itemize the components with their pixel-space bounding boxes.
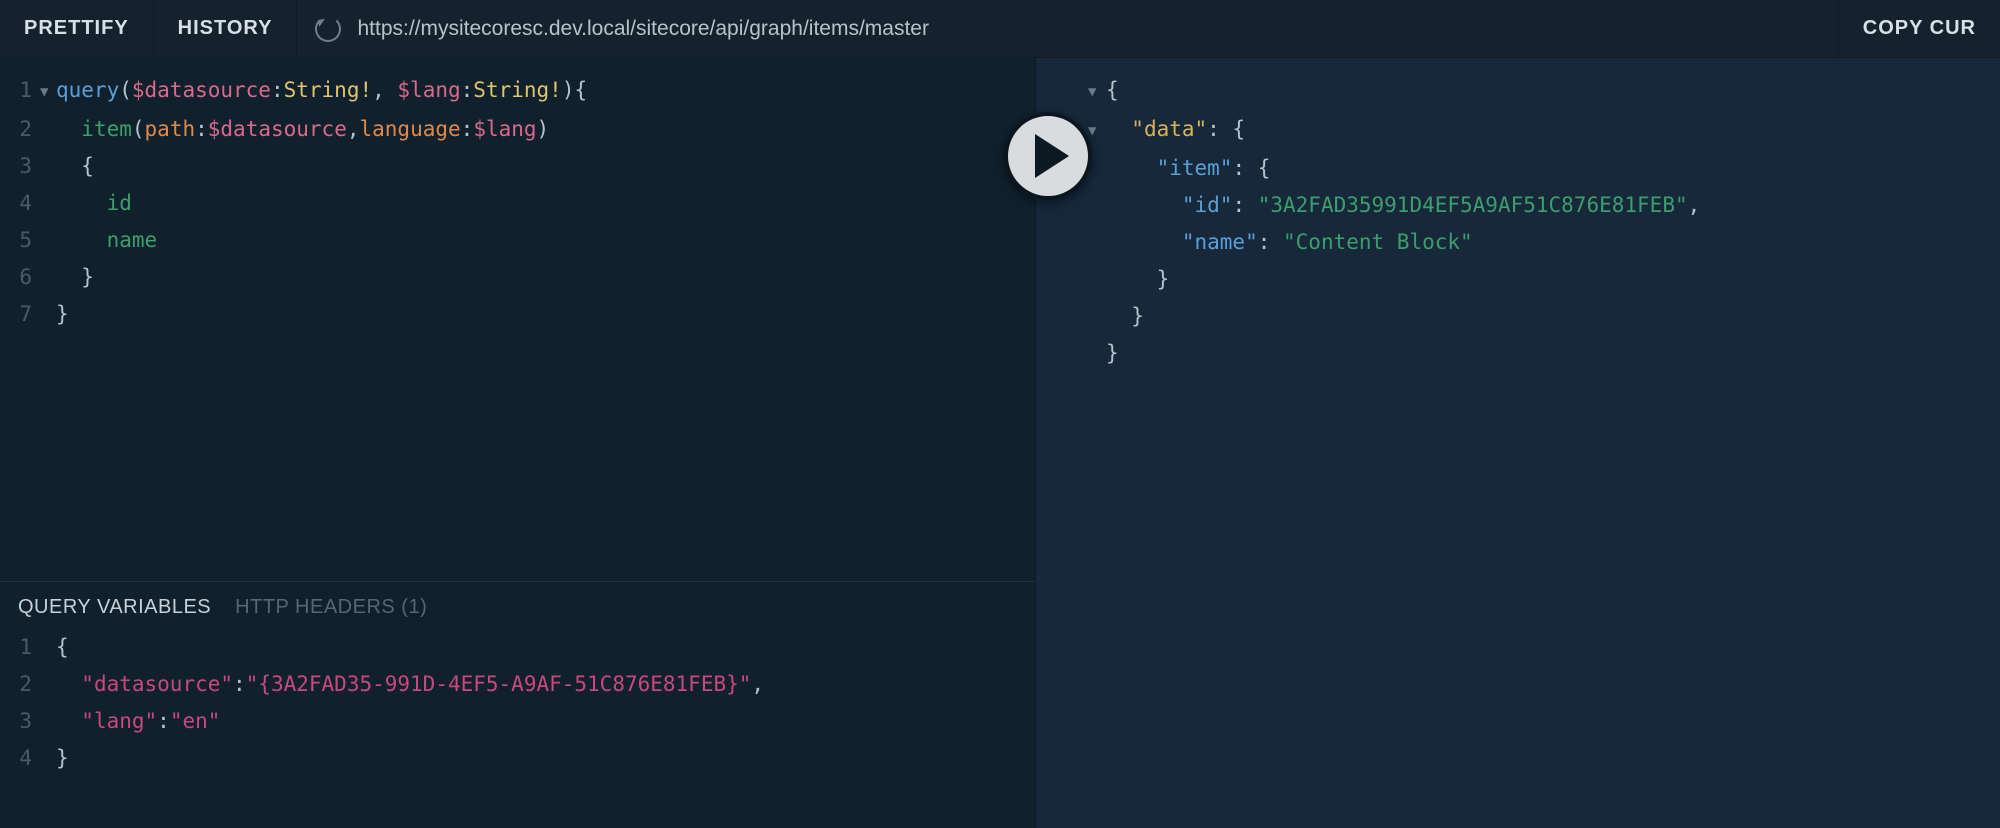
fold-caret-icon <box>1088 335 1106 372</box>
fold-caret-icon <box>40 185 56 222</box>
copy-curl-button[interactable]: COPY CUR <box>1838 0 2000 57</box>
line-number: 6 <box>0 259 40 296</box>
endpoint-input[interactable] <box>355 16 1819 42</box>
result-line: } <box>1106 261 1169 298</box>
code-line: } <box>56 296 69 333</box>
fold-caret-icon <box>1088 261 1106 298</box>
fold-caret-icon <box>40 259 56 296</box>
code-line: item(path:$datasource,language:$lang) <box>56 111 549 148</box>
line-number: 1 <box>0 629 40 666</box>
reload-icon[interactable] <box>315 16 341 42</box>
line-number: 1 <box>0 72 40 111</box>
fold-caret-icon <box>40 148 56 185</box>
variables-editor[interactable]: 1 { 2 "datasource":"{3A2FAD35-991D-4EF5-… <box>0 625 1035 777</box>
run-button[interactable] <box>1004 112 1092 200</box>
main-split: 1 ▼ query($datasource:String!, $lang:Str… <box>0 58 2000 828</box>
fold-caret-icon <box>40 703 56 740</box>
endpoint-field-wrap <box>297 0 1837 57</box>
fold-caret-icon[interactable]: ▼ <box>1088 72 1106 111</box>
result-viewer[interactable]: ▼ { ▼ "data": { "item": { "id": "3A2FAD3… <box>1036 58 2000 372</box>
line-number: 3 <box>0 703 40 740</box>
fold-caret-icon <box>40 740 56 777</box>
code-line: } <box>56 740 69 777</box>
line-number: 7 <box>0 296 40 333</box>
line-number: 2 <box>0 111 40 148</box>
query-editor[interactable]: 1 ▼ query($datasource:String!, $lang:Str… <box>0 58 1035 581</box>
result-line: "data": { <box>1106 111 1245 150</box>
run-button-wrap <box>1004 112 1092 200</box>
query-column: 1 ▼ query($datasource:String!, $lang:Str… <box>0 58 1036 828</box>
code-line: query($datasource:String!, $lang:String!… <box>56 72 587 111</box>
code-line: id <box>56 185 132 222</box>
fold-caret-icon <box>40 222 56 259</box>
line-number: 4 <box>0 740 40 777</box>
fold-caret-icon <box>1088 298 1106 335</box>
result-line: } <box>1106 298 1144 335</box>
code-line: { <box>56 148 94 185</box>
fold-caret-icon <box>40 666 56 703</box>
fold-caret-icon <box>40 296 56 333</box>
fold-caret-icon[interactable]: ▼ <box>40 72 56 111</box>
fold-caret-icon <box>40 111 56 148</box>
result-line: "name": "Content Block" <box>1106 224 1473 261</box>
prettify-button[interactable]: PRETTIFY <box>0 0 154 57</box>
code-line: } <box>56 259 94 296</box>
result-line: "id": "3A2FAD35991D4EF5A9AF51C876E81FEB"… <box>1106 187 1700 224</box>
result-column: ▼ { ▼ "data": { "item": { "id": "3A2FAD3… <box>1036 58 2000 828</box>
tab-query-variables[interactable]: QUERY VARIABLES <box>18 596 211 619</box>
code-line: "datasource":"{3A2FAD35-991D-4EF5-A9AF-5… <box>56 666 764 703</box>
line-number: 3 <box>0 148 40 185</box>
code-line: "lang":"en" <box>56 703 220 740</box>
result-line: "item": { <box>1106 150 1270 187</box>
variables-tabs: QUERY VARIABLES HTTP HEADERS (1) <box>0 582 1035 625</box>
line-number: 2 <box>0 666 40 703</box>
variables-panel: QUERY VARIABLES HTTP HEADERS (1) 1 { 2 "… <box>0 581 1035 828</box>
play-icon <box>1035 134 1069 178</box>
toolbar: PRETTIFY HISTORY COPY CUR <box>0 0 2000 58</box>
code-line: name <box>56 222 157 259</box>
fold-caret-icon <box>1088 224 1106 261</box>
tab-http-headers[interactable]: HTTP HEADERS (1) <box>235 596 427 619</box>
line-number: 4 <box>0 185 40 222</box>
result-line: { <box>1106 72 1119 111</box>
line-number: 5 <box>0 222 40 259</box>
code-line: { <box>56 629 69 666</box>
result-line: } <box>1106 335 1119 372</box>
fold-caret-icon <box>40 629 56 666</box>
history-button[interactable]: HISTORY <box>154 0 298 57</box>
